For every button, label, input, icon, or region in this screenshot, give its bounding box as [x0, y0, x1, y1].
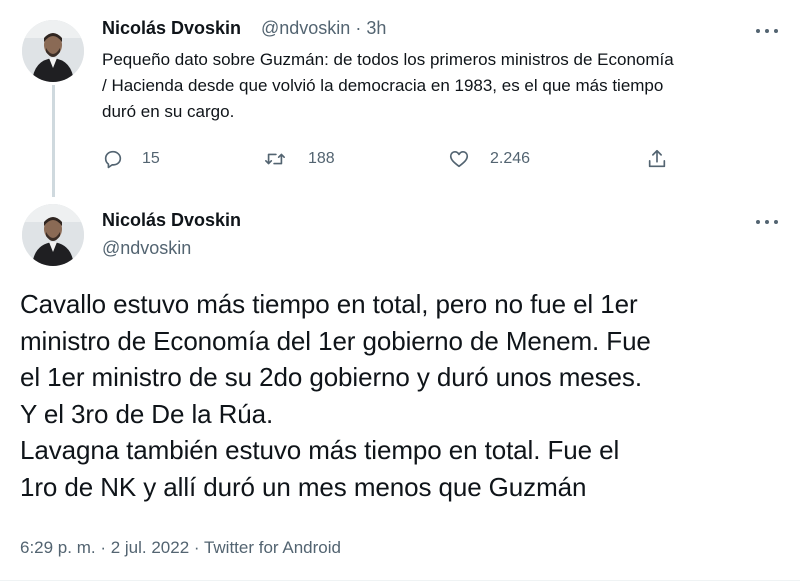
- thread-connector-line: [52, 85, 55, 197]
- reply-author-meta: @ndvoskin · 3h: [261, 18, 386, 39]
- avatar-photo: [22, 204, 84, 266]
- main-author-handle[interactable]: @ndvoskin: [102, 238, 191, 259]
- more-icon[interactable]: [756, 27, 778, 35]
- main-tweet-text: Cavallo estuvo más tiempo en total, pero…: [20, 289, 651, 502]
- main-author-name[interactable]: Nicolás Dvoskin: [102, 210, 241, 231]
- like-icon: [449, 151, 469, 168]
- reply-time[interactable]: 3h: [366, 18, 386, 38]
- divider: [0, 580, 800, 581]
- share-icon: [648, 149, 666, 168]
- avatar[interactable]: [22, 204, 84, 266]
- like-count: 2.246: [490, 150, 531, 167]
- reply-icon: [104, 150, 122, 169]
- reply-count: 15: [142, 150, 160, 167]
- more-icon[interactable]: [756, 218, 778, 226]
- avatar-photo: [22, 20, 84, 82]
- reply-author-name[interactable]: Nicolás Dvoskin: [102, 18, 241, 39]
- share-button[interactable]: [646, 144, 686, 174]
- meta-separator: ·: [355, 18, 362, 38]
- tweet-timestamp[interactable]: 6:29 p. m. · 2 jul. 2022 · Twitter for A…: [20, 538, 341, 558]
- reply-tweet-text: Pequeño dato sobre Guzmán: de todos los …: [102, 50, 674, 121]
- retweet-button[interactable]: 188: [262, 144, 335, 174]
- reply-button[interactable]: 15: [102, 144, 160, 174]
- reply-author-handle[interactable]: @ndvoskin: [261, 18, 350, 38]
- avatar[interactable]: [22, 20, 84, 82]
- retweet-count: 188: [308, 150, 335, 167]
- like-button[interactable]: 2.246: [448, 144, 530, 174]
- retweet-icon: [265, 153, 285, 165]
